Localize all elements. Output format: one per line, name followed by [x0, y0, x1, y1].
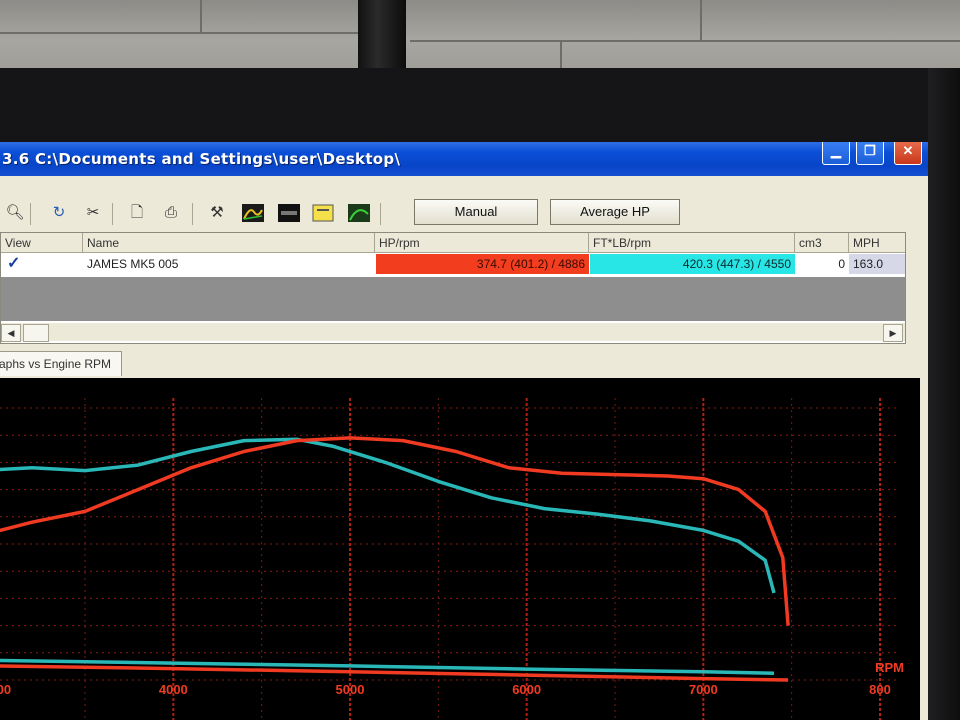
- minimize-button[interactable]: ▁: [822, 142, 850, 165]
- mph-cell: 163.0: [849, 254, 905, 274]
- title-bar: 3.6 C:\Documents and Settings\user\Deskt…: [0, 142, 928, 176]
- x-axis-label: RPM: [875, 660, 904, 675]
- tools-icon[interactable]: ⚒: [206, 204, 228, 222]
- graph-icon[interactable]: [242, 204, 264, 222]
- curve-icon[interactable]: [348, 204, 370, 222]
- run-name-cell: JAMES MK5 005: [87, 257, 179, 271]
- x-tick-label: 4000: [159, 682, 188, 697]
- scroll-right-icon[interactable]: ▶: [883, 324, 903, 342]
- toolbar: 🔍︎ ↻ ✂ 🗋 ⎙ ⚒ Manual Average HP: [0, 197, 928, 231]
- view-checkmark-icon[interactable]: ✓: [7, 254, 37, 274]
- x-tick-label: 6000: [512, 682, 541, 697]
- horizontal-scrollbar[interactable]: ◀ ▶: [1, 323, 905, 342]
- x-tick-label: 3000: [0, 682, 11, 697]
- column-header-torque[interactable]: FT*LB/rpm: [589, 233, 795, 253]
- average-hp-button[interactable]: Average HP: [550, 199, 680, 225]
- app-window: 3.6 C:\Documents and Settings\user\Deskt…: [0, 142, 928, 720]
- curve-icon-glyph: [348, 204, 370, 222]
- redo-icon[interactable]: ↻: [48, 204, 70, 222]
- column-header-cm3[interactable]: cm3: [795, 233, 849, 253]
- dark-graph-icon[interactable]: [278, 204, 300, 222]
- table-empty-area: [1, 277, 905, 321]
- window-title: 3.6 C:\Documents and Settings\user\Deskt…: [2, 150, 401, 168]
- dyno-graph: 3000 4000 5000 6000 7000 800 RPM: [0, 378, 920, 720]
- toolbar-separator: [30, 203, 31, 225]
- dyno-chart: 3000 4000 5000 6000 7000 800 RPM: [0, 398, 904, 720]
- print-preview-icon[interactable]: 🗋: [126, 204, 148, 222]
- tab-strip: raphs vs Engine RPM: [0, 348, 928, 380]
- zoom-icon[interactable]: 🔍︎: [4, 204, 26, 222]
- print-icon[interactable]: ⎙: [160, 204, 182, 222]
- note-icon-glyph: [312, 204, 334, 222]
- monitor-bezel-edge: [928, 68, 960, 720]
- column-header-mph[interactable]: MPH: [849, 233, 905, 253]
- tab-graphs-vs-engine-rpm[interactable]: raphs vs Engine RPM: [0, 351, 123, 376]
- manual-button[interactable]: Manual: [414, 199, 538, 225]
- cut-icon[interactable]: ✂: [82, 204, 104, 222]
- series-line-0: [0, 437, 776, 594]
- scroll-thumb[interactable]: [23, 324, 49, 342]
- close-button[interactable]: ✕: [894, 142, 922, 165]
- x-tick-label: 7000: [689, 682, 718, 697]
- toolbar-separator: [192, 203, 193, 225]
- graph-icon-glyph: [242, 204, 264, 222]
- toolbar-separator: [112, 203, 113, 225]
- hp-cell: 374.7 (401.2) / 4886: [376, 254, 589, 274]
- dark-graph-icon-glyph: [278, 204, 300, 222]
- toolbar-separator: [380, 203, 381, 225]
- torque-cell: 420.3 (447.3) / 4550: [590, 254, 795, 274]
- x-tick-label: 800: [869, 682, 891, 697]
- x-tick-label: 5000: [336, 682, 365, 697]
- cm3-cell: 0: [838, 257, 845, 271]
- column-header-hp[interactable]: HP/rpm: [375, 233, 589, 253]
- note-icon[interactable]: [312, 204, 334, 222]
- column-header-view[interactable]: View: [1, 233, 83, 253]
- column-header-name[interactable]: Name: [83, 233, 375, 253]
- maximize-button[interactable]: ❐: [856, 142, 884, 165]
- scroll-left-icon[interactable]: ◀: [1, 324, 21, 342]
- runs-table: View Name HP/rpm FT*LB/rpm cm3 MPH ✓ JAM…: [0, 232, 906, 344]
